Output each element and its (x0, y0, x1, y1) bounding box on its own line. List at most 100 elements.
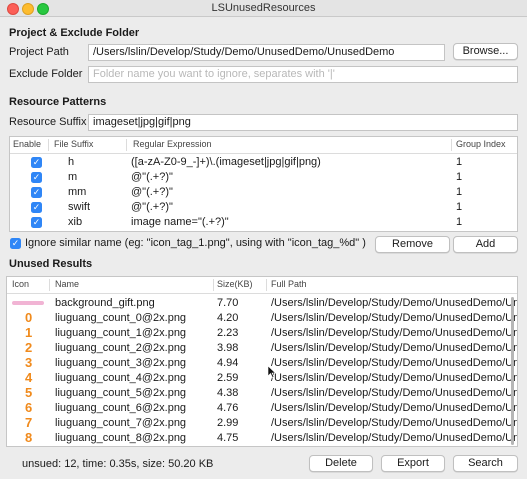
count-4-icon: 4 (25, 370, 33, 385)
result-path: /Users/lslin/Develop/Study/Demo/UnusedDe… (271, 417, 517, 429)
result-size: 4.94 (217, 357, 239, 369)
resource-suffix-label: Resource Suffix (9, 116, 87, 128)
result-path: /Users/lslin/Develop/Study/Demo/UnusedDe… (271, 402, 517, 414)
remove-button[interactable]: Remove (375, 236, 450, 253)
delete-button[interactable]: Delete (309, 455, 373, 472)
enable-checkbox[interactable]: ✓ (31, 217, 42, 228)
enable-checkbox[interactable]: ✓ (31, 157, 42, 168)
results-scrollbar[interactable] (511, 297, 514, 445)
result-row[interactable]: 2 liuguang_count_2@2x.png 3.98 /Users/ls… (7, 340, 517, 355)
pattern-suffix: mm (68, 186, 87, 198)
result-row[interactable]: 5 liuguang_count_5@2x.png 4.38 /Users/ls… (7, 385, 517, 400)
result-size: 7.70 (217, 297, 239, 309)
resource-suffix-input[interactable]: imageset|jpg|gif|png (88, 114, 518, 131)
result-row[interactable]: 8 liuguang_count_8@2x.png 4.75 /Users/ls… (7, 430, 517, 445)
result-name: liuguang_count_3@2x.png (55, 357, 187, 369)
result-path: /Users/lslin/Develop/Study/Demo/UnusedDe… (271, 327, 517, 339)
enable-checkbox[interactable]: ✓ (31, 172, 42, 183)
pattern-suffix: m (68, 171, 78, 183)
title-bar: LSUnusedResources (0, 0, 527, 17)
pattern-group: 1 (456, 216, 463, 228)
results-table-header: Icon Name Size(KB) Full Path (7, 277, 517, 294)
patterns-table-header: Enable File Suffix Regular Expression Gr… (10, 137, 517, 154)
pattern-row[interactable]: ✓ h ([a-zA-Z0-9_-]+)\.(imageset|jpg|gif|… (10, 155, 517, 169)
result-row[interactable]: 3 liuguang_count_3@2x.png 4.94 /Users/ls… (7, 355, 517, 370)
browse-button[interactable]: Browse... (453, 43, 518, 60)
pattern-row[interactable]: ✓ mm @"(.+?)" 1 (10, 185, 517, 199)
ignore-similar-checkbox[interactable]: ✓ (10, 238, 21, 249)
result-size: 4.38 (217, 387, 239, 399)
col-enable[interactable]: Enable (13, 139, 41, 149)
count-1-icon: 1 (25, 325, 33, 340)
count-0-icon: 0 (25, 310, 33, 325)
result-name: liuguang_count_2@2x.png (55, 342, 187, 354)
col-name[interactable]: Name (55, 279, 79, 289)
count-5-icon: 5 (25, 385, 33, 400)
result-size: 2.99 (217, 417, 239, 429)
result-row[interactable]: 1 liuguang_count_1@2x.png 2.23 /Users/ls… (7, 325, 517, 340)
col-regular-expression[interactable]: Regular Expression (133, 139, 212, 149)
result-path: /Users/lslin/Develop/Study/Demo/UnusedDe… (271, 372, 517, 384)
result-path: /Users/lslin/Develop/Study/Demo/UnusedDe… (271, 432, 517, 444)
col-size[interactable]: Size(KB) (217, 279, 253, 289)
col-file-suffix[interactable]: File Suffix (54, 139, 93, 149)
col-full-path[interactable]: Full Path (271, 279, 307, 289)
exclude-folder-input[interactable]: Folder name you want to ignore, separate… (88, 66, 518, 83)
result-name: liuguang_count_4@2x.png (55, 372, 187, 384)
count-2-icon: 2 (25, 340, 33, 355)
results-section-title: Unused Results (9, 258, 93, 270)
col-group-index[interactable]: Group Index (456, 139, 506, 149)
result-row[interactable]: 6 liuguang_count_6@2x.png 4.76 /Users/ls… (7, 400, 517, 415)
exclude-folder-label: Exclude Folder (9, 68, 83, 80)
result-name: liuguang_count_7@2x.png (55, 417, 187, 429)
count-6-icon: 6 (25, 400, 33, 415)
result-size: 2.59 (217, 372, 239, 384)
cursor-icon (268, 366, 276, 378)
pattern-group: 1 (456, 201, 463, 213)
col-icon[interactable]: Icon (12, 279, 29, 289)
pattern-group: 1 (456, 171, 463, 183)
pattern-suffix: swift (68, 201, 90, 213)
result-size: 4.76 (217, 402, 239, 414)
enable-checkbox[interactable]: ✓ (31, 187, 42, 198)
result-row[interactable]: 4 liuguang_count_4@2x.png 2.59 /Users/ls… (7, 370, 517, 385)
patterns-section-title: Resource Patterns (9, 96, 107, 108)
pattern-group: 1 (456, 156, 463, 168)
ignore-similar-label: Ignore similar name (eg: "icon_tag_1.png… (25, 237, 366, 249)
result-row[interactable]: background_gift.png 7.70 /Users/lslin/De… (7, 296, 517, 310)
patterns-table: Enable File Suffix Regular Expression Gr… (9, 136, 518, 232)
result-path: /Users/lslin/Develop/Study/Demo/UnusedDe… (271, 312, 517, 324)
window-title: LSUnusedResources (211, 2, 316, 14)
count-3-icon: 3 (25, 355, 33, 370)
project-path-input[interactable]: /Users/lslin/Develop/Study/Demo/UnusedDe… (88, 44, 445, 61)
enable-checkbox[interactable]: ✓ (31, 202, 42, 213)
export-button[interactable]: Export (381, 455, 445, 472)
add-button[interactable]: Add (453, 236, 518, 253)
minimize-icon[interactable] (22, 3, 34, 15)
result-name: liuguang_count_6@2x.png (55, 402, 187, 414)
result-name: liuguang_count_1@2x.png (55, 327, 187, 339)
search-button[interactable]: Search (453, 455, 518, 472)
pattern-regex: image name="(.+?)" (131, 216, 229, 228)
pattern-regex: @"(.+?)" (131, 186, 173, 198)
pattern-row[interactable]: ✓ m @"(.+?)" 1 (10, 170, 517, 184)
result-path: /Users/lslin/Develop/Study/Demo/UnusedDe… (271, 297, 517, 309)
status-text: unsued: 12, time: 0.35s, size: 50.20 KB (22, 458, 214, 470)
result-row[interactable]: 7 liuguang_count_7@2x.png 2.99 /Users/ls… (7, 415, 517, 430)
result-name: background_gift.png (55, 297, 155, 309)
pattern-regex: ([a-zA-Z0-9_-]+)\.(imageset|jpg|gif|png) (131, 156, 321, 168)
result-size: 2.23 (217, 327, 239, 339)
close-icon[interactable] (7, 3, 19, 15)
project-section-title: Project & Exclude Folder (9, 27, 140, 39)
pattern-regex: @"(.+?)" (131, 171, 173, 183)
result-name: liuguang_count_0@2x.png (55, 312, 187, 324)
result-path: /Users/lslin/Develop/Study/Demo/UnusedDe… (271, 357, 517, 369)
result-name: liuguang_count_8@2x.png (55, 432, 187, 444)
result-path: /Users/lslin/Develop/Study/Demo/UnusedDe… (271, 342, 517, 354)
results-table: Icon Name Size(KB) Full Path background_… (6, 276, 518, 447)
pattern-group: 1 (456, 186, 463, 198)
pattern-row[interactable]: ✓ xib image name="(.+?)" 1 (10, 215, 517, 229)
pattern-row[interactable]: ✓ swift @"(.+?)" 1 (10, 200, 517, 214)
zoom-icon[interactable] (37, 3, 49, 15)
result-row[interactable]: 0 liuguang_count_0@2x.png 4.20 /Users/ls… (7, 310, 517, 325)
